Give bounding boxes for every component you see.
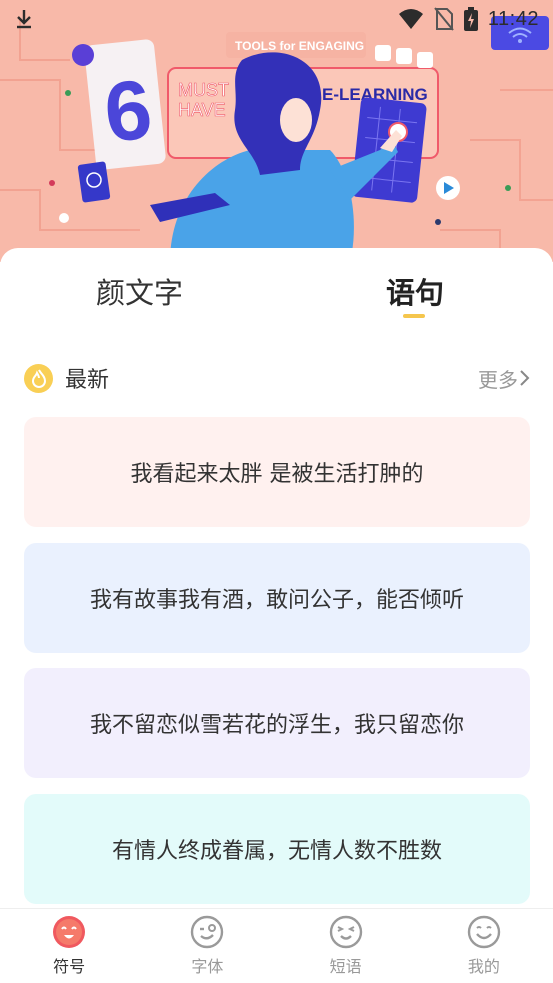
wifi-icon [398,9,423,29]
nav-label: 我的 [467,957,500,976]
banner-image[interactable]: 6 TOOLS for ENGAGING MUST HAVE E-LEARNIN… [0,0,553,262]
banner-have: HAVE [178,100,226,120]
more-label: 更多 [478,367,518,392]
nav-label: 符号 [53,957,86,976]
download-icon [17,10,31,29]
nav-label: 短语 [329,957,362,976]
tab-bar: 颜文字 语句 [0,248,553,338]
bottom-nav: 符号 字体 短语 我的 [0,908,553,983]
face-happy-icon [467,915,501,949]
tab-active-indicator [403,314,425,318]
nav-phrases[interactable]: 短语 [277,909,415,983]
face-squint-icon [329,915,362,949]
tab-emoticons[interactable]: 颜文字 [96,270,183,312]
face-wink-icon [191,915,224,949]
nav-label: 字体 [191,957,224,976]
flame-icon [24,363,53,393]
sentence-card[interactable]: 我看起来太胖 是被生活打肿的 [24,417,530,527]
banner-must: MUST [178,80,229,100]
nav-symbols[interactable]: 符号 [0,909,138,983]
battery-icon [463,7,478,31]
sentence-card[interactable]: 有情人终成眷属，无情人数不胜数 [24,794,530,904]
no-sim-icon [434,7,454,31]
banner-badge-number: 6 [100,62,156,160]
status-bar: 11:42 [0,0,553,38]
content-panel: 颜文字 语句 最新 更多 我看起来太胖 是被生活打肿的 我有故事我有酒，敢问公子… [0,248,553,908]
sentence-card[interactable]: 我不留恋似雪若花的浮生，我只留恋你 [24,668,530,778]
status-time: 11:42 [487,7,539,30]
tab-sentences[interactable]: 语句 [386,270,444,312]
chevron-right-icon [520,370,530,386]
banner-headline-top: TOOLS for ENGAGING [235,39,364,53]
banner-illustration: 6 TOOLS for ENGAGING MUST HAVE E-LEARNIN… [0,16,553,262]
more-button[interactable]: 更多 [478,364,530,393]
sentence-card[interactable]: 我有故事我有酒，敢问公子，能否倾听 [24,543,530,653]
section-title: 最新 [65,368,110,393]
nav-fonts[interactable]: 字体 [138,909,276,983]
face-smile-icon [53,916,86,948]
section-header-latest: 最新 更多 [24,362,530,394]
nav-mine[interactable]: 我的 [415,909,553,983]
